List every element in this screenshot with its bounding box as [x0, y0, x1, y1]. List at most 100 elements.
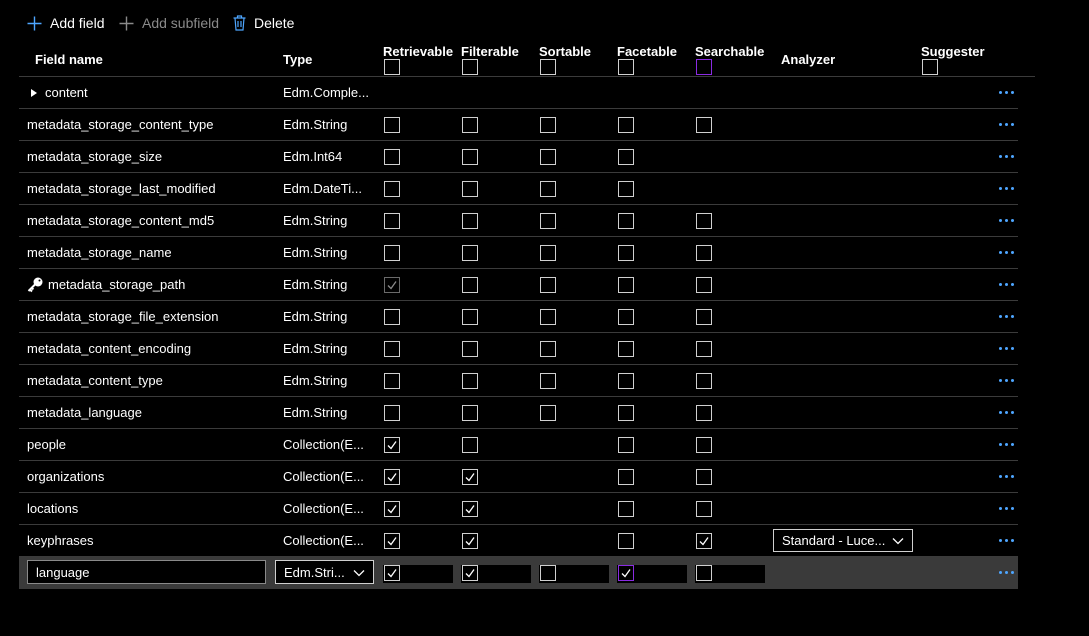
searchable-checkbox[interactable]	[696, 373, 712, 389]
facetable-checkbox[interactable]	[618, 149, 634, 165]
table-row[interactable]: people Collection(E...	[19, 429, 1018, 461]
table-row[interactable]: metadata_storage_content_md5 Edm.String	[19, 205, 1018, 237]
searchable-checkbox[interactable]	[696, 501, 712, 517]
table-row[interactable]: metadata_content_type Edm.String	[19, 365, 1018, 397]
facetable-checkbox[interactable]	[618, 501, 634, 517]
table-row[interactable]: content Edm.Comple...	[19, 77, 1018, 109]
more-options-button[interactable]	[996, 461, 1016, 492]
field-name-input[interactable]	[27, 560, 266, 584]
filterable-checkbox[interactable]	[462, 437, 478, 453]
table-row[interactable]: metadata_language Edm.String	[19, 397, 1018, 429]
sortable-checkbox[interactable]	[540, 565, 556, 581]
filterable-checkbox[interactable]	[462, 245, 478, 261]
searchable-checkbox[interactable]	[696, 341, 712, 357]
facetable-checkbox[interactable]	[618, 405, 634, 421]
retrievable-checkbox[interactable]	[384, 117, 400, 133]
searchable-checkbox[interactable]	[696, 309, 712, 325]
searchable-checkbox[interactable]	[696, 245, 712, 261]
more-options-button[interactable]	[996, 77, 1016, 108]
sortable-checkbox[interactable]	[540, 245, 556, 261]
table-row[interactable]: locations Collection(E...	[19, 493, 1018, 525]
add-field-button[interactable]: Add field	[27, 14, 104, 32]
retrievable-checkbox[interactable]	[384, 437, 400, 453]
facetable-checkbox[interactable]	[618, 533, 634, 549]
table-row[interactable]: keyphrases Collection(E... Standard - Luce…	[19, 525, 1018, 557]
searchable-checkbox[interactable]	[696, 405, 712, 421]
more-options-button[interactable]	[996, 429, 1016, 460]
filterable-checkbox[interactable]	[462, 373, 478, 389]
table-row[interactable]: metadata_storage_path Edm.String	[19, 269, 1018, 301]
sortable-checkbox[interactable]	[540, 373, 556, 389]
retrievable-checkbox[interactable]	[384, 501, 400, 517]
type-dropdown[interactable]: Edm.Stri...	[275, 560, 374, 584]
filterable-checkbox[interactable]	[462, 501, 478, 517]
more-options-button[interactable]	[996, 525, 1016, 556]
table-row[interactable]: metadata_storage_file_extension Edm.Strin…	[19, 301, 1018, 333]
facetable-checkbox[interactable]	[618, 309, 634, 325]
retrievable-checkbox[interactable]	[384, 373, 400, 389]
select-all-retrievable-checkbox[interactable]	[384, 59, 400, 75]
table-row[interactable]: metadata_storage_name Edm.String	[19, 237, 1018, 269]
select-all-searchable-checkbox[interactable]	[696, 59, 712, 75]
sortable-checkbox[interactable]	[540, 213, 556, 229]
searchable-checkbox[interactable]	[696, 469, 712, 485]
add-subfield-button[interactable]: Add subfield	[119, 14, 219, 32]
searchable-checkbox[interactable]	[696, 437, 712, 453]
sortable-checkbox[interactable]	[540, 405, 556, 421]
searchable-checkbox[interactable]	[696, 565, 712, 581]
retrievable-checkbox[interactable]	[384, 533, 400, 549]
searchable-checkbox[interactable]	[696, 213, 712, 229]
facetable-checkbox[interactable]	[618, 117, 634, 133]
searchable-checkbox[interactable]	[696, 277, 712, 293]
sortable-checkbox[interactable]	[540, 117, 556, 133]
analyzer-dropdown[interactable]: Standard - Luce...	[773, 529, 913, 552]
facetable-checkbox[interactable]	[618, 469, 634, 485]
table-row[interactable]: metadata_storage_content_type Edm.String	[19, 109, 1018, 141]
sortable-checkbox[interactable]	[540, 309, 556, 325]
retrievable-checkbox[interactable]	[384, 149, 400, 165]
select-all-facetable-checkbox[interactable]	[618, 59, 634, 75]
facetable-checkbox[interactable]	[618, 437, 634, 453]
sortable-checkbox[interactable]	[540, 277, 556, 293]
filterable-checkbox[interactable]	[462, 181, 478, 197]
table-row[interactable]: metadata_content_encoding Edm.String	[19, 333, 1018, 365]
more-options-button[interactable]	[996, 237, 1016, 268]
filterable-checkbox[interactable]	[462, 469, 478, 485]
facetable-checkbox[interactable]	[618, 373, 634, 389]
facetable-checkbox[interactable]	[618, 341, 634, 357]
more-options-button[interactable]	[996, 557, 1016, 588]
more-options-button[interactable]	[996, 141, 1016, 172]
filterable-checkbox[interactable]	[462, 565, 478, 581]
edit-row[interactable]: Edm.Stri...	[19, 557, 1018, 589]
retrievable-checkbox[interactable]	[384, 181, 400, 197]
filterable-checkbox[interactable]	[462, 149, 478, 165]
retrievable-checkbox[interactable]	[384, 213, 400, 229]
more-options-button[interactable]	[996, 365, 1016, 396]
filterable-checkbox[interactable]	[462, 405, 478, 421]
filterable-checkbox[interactable]	[462, 213, 478, 229]
more-options-button[interactable]	[996, 493, 1016, 524]
sortable-checkbox[interactable]	[540, 341, 556, 357]
table-row[interactable]: metadata_storage_size Edm.Int64	[19, 141, 1018, 173]
retrievable-checkbox[interactable]	[384, 309, 400, 325]
filterable-checkbox[interactable]	[462, 341, 478, 357]
more-options-button[interactable]	[996, 173, 1016, 204]
select-all-suggester-checkbox[interactable]	[922, 59, 938, 75]
more-options-button[interactable]	[996, 397, 1016, 428]
retrievable-checkbox[interactable]	[384, 405, 400, 421]
retrievable-checkbox[interactable]	[384, 469, 400, 485]
more-options-button[interactable]	[996, 269, 1016, 300]
table-row[interactable]: metadata_storage_last_modified Edm.DateTi…	[19, 173, 1018, 205]
filterable-checkbox[interactable]	[462, 117, 478, 133]
expand-caret-icon[interactable]	[29, 88, 39, 98]
filterable-checkbox[interactable]	[462, 533, 478, 549]
table-row[interactable]: organizations Collection(E...	[19, 461, 1018, 493]
sortable-checkbox[interactable]	[540, 149, 556, 165]
select-all-filterable-checkbox[interactable]	[462, 59, 478, 75]
retrievable-checkbox[interactable]	[384, 341, 400, 357]
retrievable-checkbox[interactable]	[384, 245, 400, 261]
filterable-checkbox[interactable]	[462, 309, 478, 325]
searchable-checkbox[interactable]	[696, 117, 712, 133]
retrievable-checkbox[interactable]	[384, 277, 400, 293]
facetable-checkbox[interactable]	[618, 181, 634, 197]
